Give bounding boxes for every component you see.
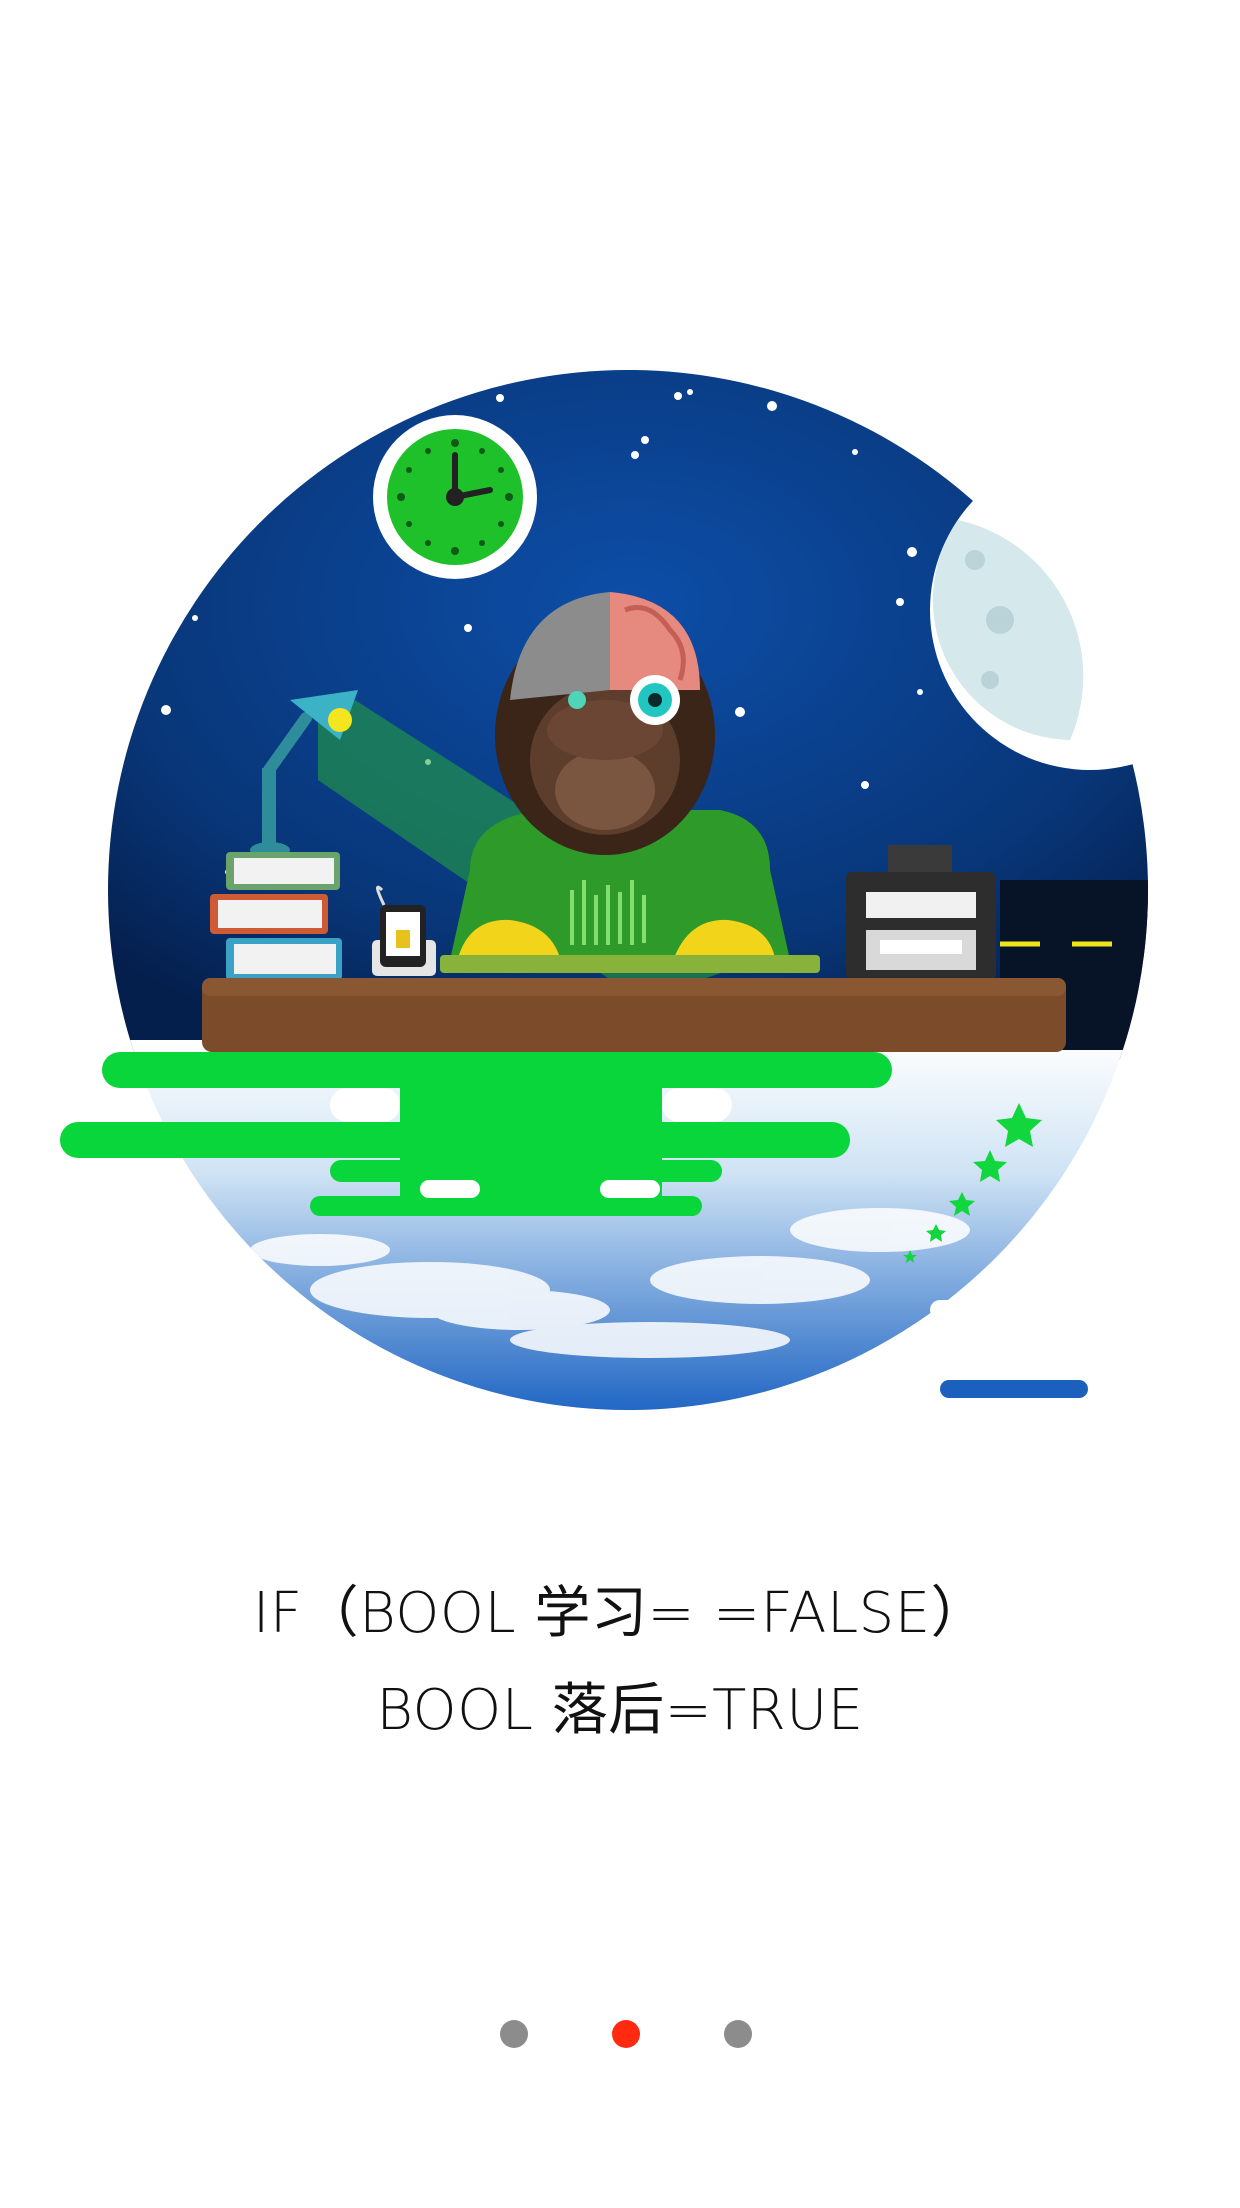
hero-illustration — [60, 370, 1240, 1410]
page-indicator — [0, 2020, 1240, 2060]
page-dot-1[interactable] — [500, 2020, 528, 2048]
caption-line-1: IF（BOOL 学习= =FALSE） — [252, 1581, 988, 1646]
page-dot-3[interactable] — [724, 2020, 752, 2048]
keyboard-icon — [440, 955, 820, 973]
page-dot-2[interactable] — [612, 2020, 640, 2048]
white-cloud-lines — [930, 1300, 1095, 1378]
clock-icon — [373, 415, 537, 579]
caption-line-2: BOOL 落后=TRUE — [376, 1678, 864, 1743]
book-stack-icon — [210, 852, 342, 980]
